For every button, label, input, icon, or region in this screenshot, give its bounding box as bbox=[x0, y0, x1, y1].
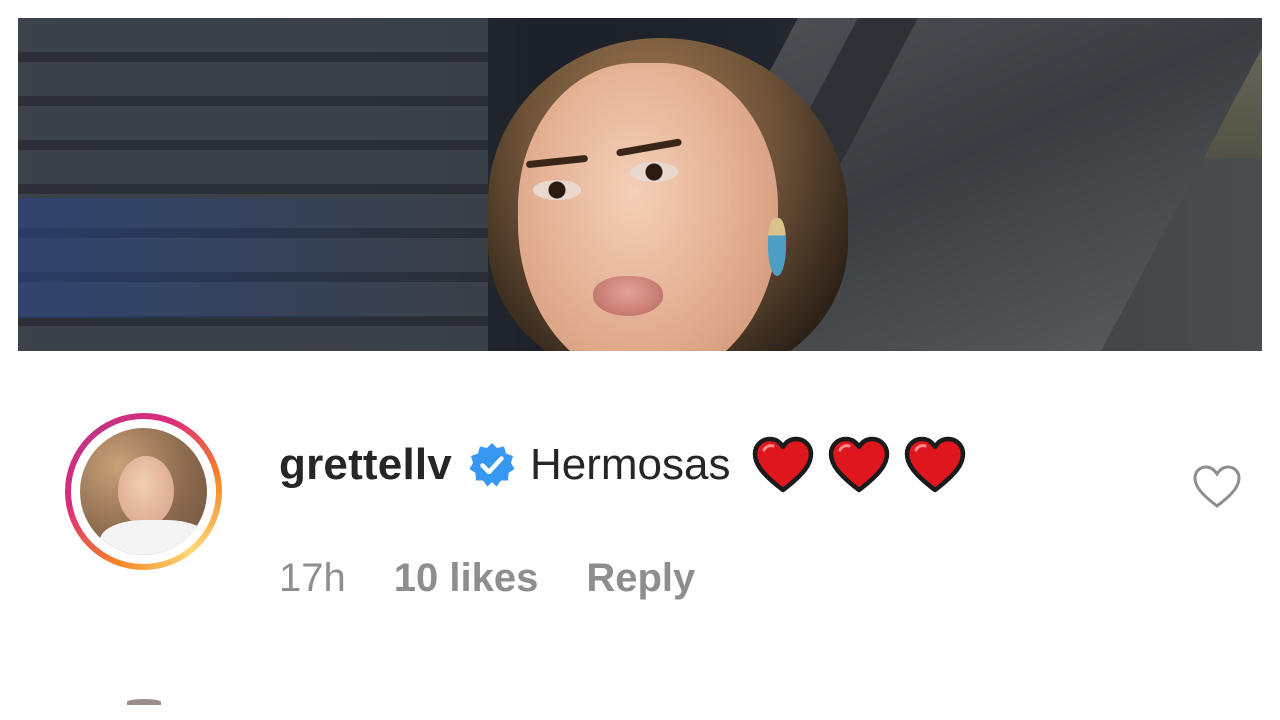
comment-body: grettellv Hermosas bbox=[279, 430, 966, 500]
avatar bbox=[80, 428, 207, 555]
like-comment-button[interactable] bbox=[1192, 464, 1242, 510]
avatar-border bbox=[71, 419, 216, 564]
photo-blue-light bbox=[18, 198, 488, 318]
avatar-face bbox=[118, 456, 174, 526]
comment-username[interactable]: grettellv bbox=[279, 440, 452, 490]
photo-earring bbox=[768, 218, 786, 276]
comment-emoji-group bbox=[752, 436, 966, 494]
verified-badge-icon bbox=[468, 441, 516, 489]
photo-lips bbox=[593, 276, 663, 316]
avatar-shirt bbox=[100, 520, 207, 555]
comment-meta: 17h 10 likes Reply bbox=[279, 556, 695, 601]
red-heart-emoji-icon bbox=[904, 436, 966, 494]
red-heart-emoji-icon bbox=[752, 436, 814, 494]
post-photo bbox=[18, 18, 1262, 351]
photo-left-eye bbox=[533, 180, 581, 200]
comment-likes-count[interactable]: 10 likes bbox=[394, 556, 539, 601]
reply-button[interactable]: Reply bbox=[586, 556, 695, 601]
next-comment-avatar bbox=[127, 699, 161, 705]
red-heart-emoji-icon bbox=[828, 436, 890, 494]
photo-right-eye bbox=[630, 162, 678, 182]
avatar-story-ring[interactable] bbox=[65, 413, 222, 570]
heart-outline-icon bbox=[1193, 465, 1241, 508]
comment-timestamp[interactable]: 17h bbox=[279, 556, 346, 601]
comment-text: Hermosas bbox=[529, 440, 731, 489]
